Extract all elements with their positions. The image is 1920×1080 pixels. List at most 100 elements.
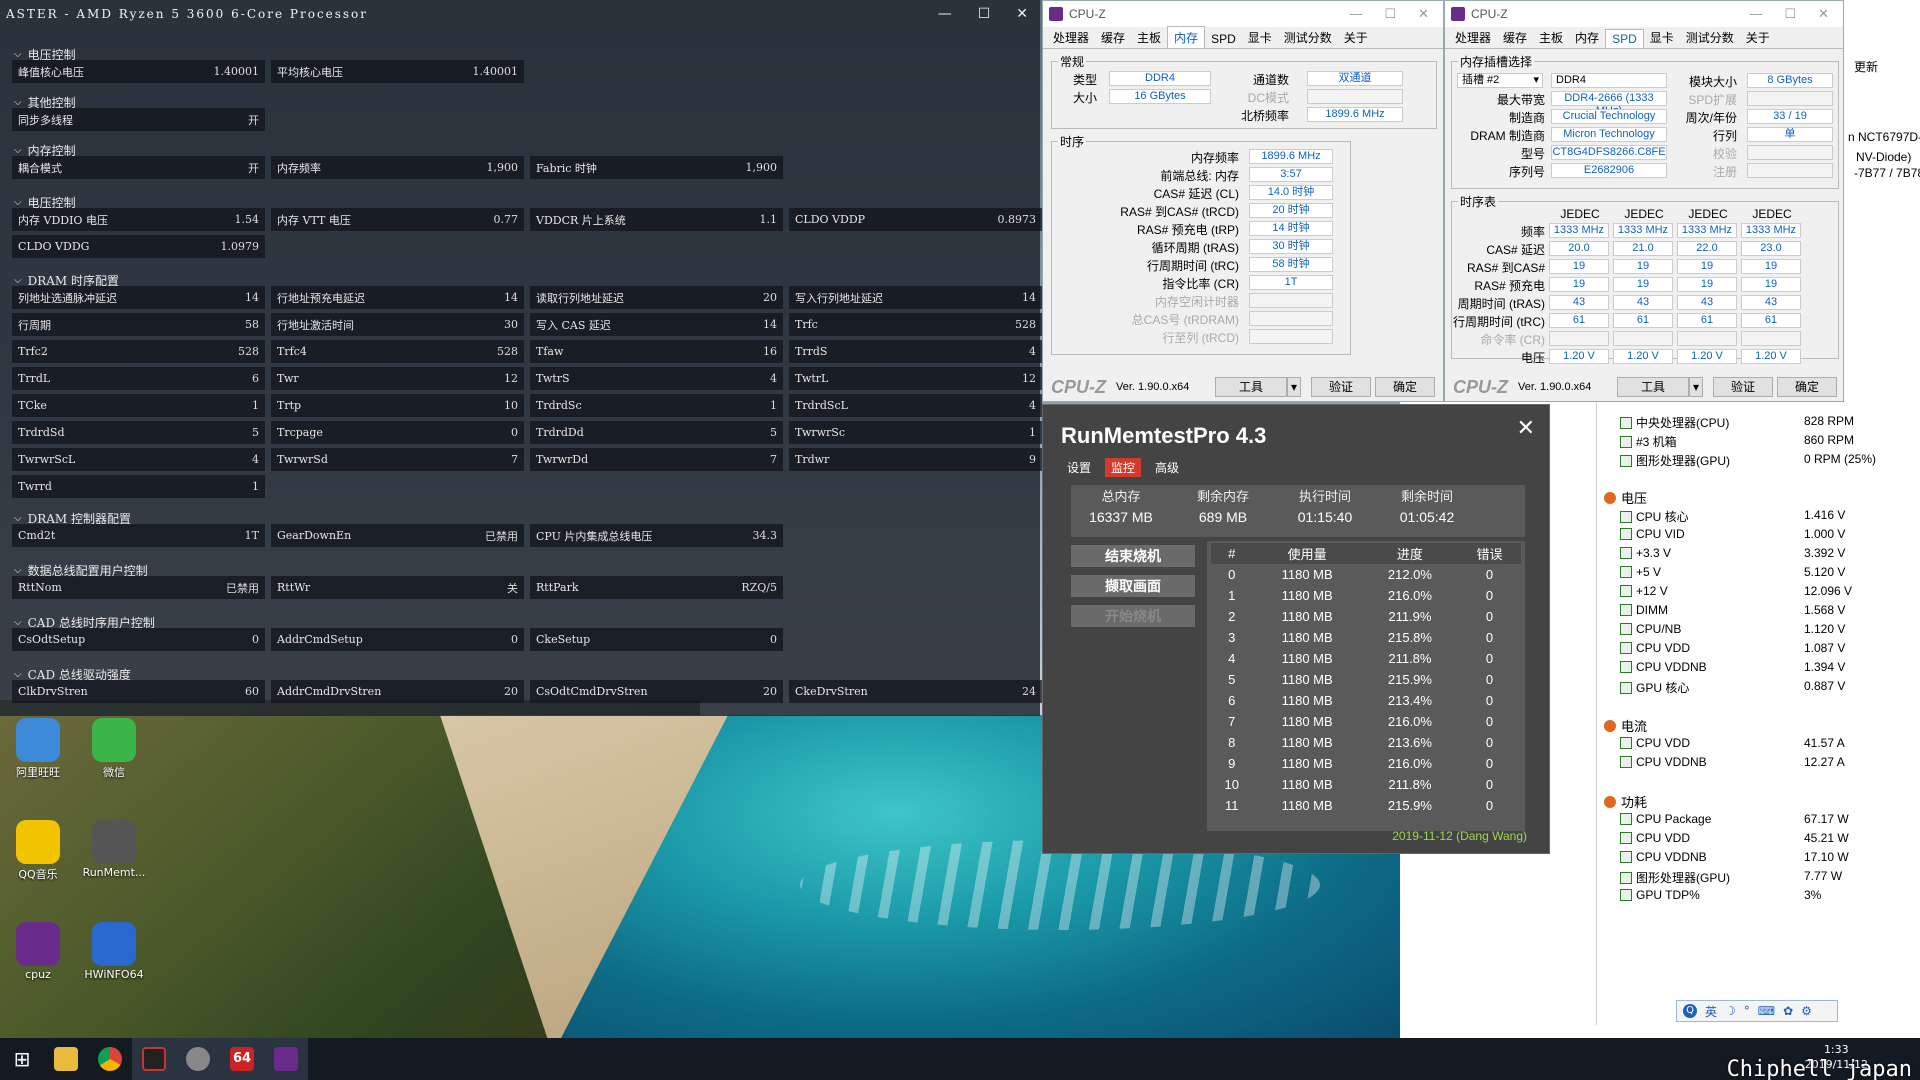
close-icon[interactable]: ✕ xyxy=(1818,6,1829,22)
sensor-value: 1.394 V xyxy=(1804,660,1846,674)
tab-0[interactable]: 处理器 xyxy=(1449,27,1497,48)
param-value: 0 xyxy=(511,426,518,439)
desktop-icon[interactable]: RunMemt... xyxy=(78,820,150,879)
tab-7[interactable]: 关于 xyxy=(1338,27,1374,48)
sensor-row[interactable]: CPU VDD xyxy=(1620,736,1690,750)
sensor-row[interactable]: CPU VID xyxy=(1620,527,1685,541)
tab-5[interactable]: 显卡 xyxy=(1644,27,1680,48)
tab-1[interactable]: 缓存 xyxy=(1497,27,1533,48)
param-value: 1.0979 xyxy=(220,240,260,253)
taskbar-runmemtest[interactable] xyxy=(176,1038,220,1080)
thread-cell: 0 xyxy=(1485,735,1494,750)
tab-3[interactable]: 内存 xyxy=(1569,27,1605,48)
settings-icon[interactable]: ⚙ xyxy=(1801,1004,1812,1018)
tab-0[interactable]: 处理器 xyxy=(1047,27,1095,48)
close-icon[interactable]: ✕ xyxy=(1418,6,1429,22)
sensor-icon xyxy=(1620,623,1632,635)
sensor-group-header[interactable]: 功耗 xyxy=(1604,792,1647,811)
sensor-row[interactable]: CPU VDD xyxy=(1620,641,1690,655)
timing-row-label: RAS# 预充电 xyxy=(1474,279,1545,293)
tab-4[interactable]: SPD xyxy=(1605,29,1644,48)
desktop-icon[interactable]: 微信 xyxy=(78,718,150,780)
param-label: TwrwrScL xyxy=(18,453,76,466)
ok-button[interactable]: 确定 xyxy=(1777,377,1837,397)
tab-2[interactable]: 主板 xyxy=(1131,27,1167,48)
verify-button[interactable]: 验证 xyxy=(1713,377,1773,397)
sensor-row[interactable]: +5 V xyxy=(1620,565,1661,579)
minimize-icon[interactable]: — xyxy=(1749,6,1762,22)
skin-icon[interactable]: ✿ xyxy=(1783,1004,1793,1018)
tab-6[interactable]: 测试分数 xyxy=(1680,27,1740,48)
sensor-row[interactable]: 中央处理器(CPU) xyxy=(1620,414,1729,431)
tab-3[interactable]: 内存 xyxy=(1167,26,1206,48)
tab-1[interactable]: 缓存 xyxy=(1095,27,1131,48)
sensor-group-header[interactable]: 电流 xyxy=(1604,716,1647,735)
sensor-row[interactable]: CPU VDDNB xyxy=(1620,850,1707,864)
timing-label: 内存频率 xyxy=(1190,151,1239,165)
taskbar-cpuz[interactable] xyxy=(264,1038,308,1080)
thread-cell: 1180 MB xyxy=(1281,756,1333,771)
sensor-row[interactable]: CPU Package xyxy=(1620,812,1711,826)
aster-param-cell: TrrdL 6 xyxy=(12,367,265,390)
maximize-icon[interactable]: ☐ xyxy=(1384,6,1396,22)
taskbar-chrome[interactable] xyxy=(88,1038,132,1080)
field-value: 33 / 19 xyxy=(1747,109,1833,124)
taskbar-aster[interactable] xyxy=(132,1038,176,1080)
sensor-row[interactable]: +3.3 V xyxy=(1620,546,1671,560)
tab-7[interactable]: 关于 xyxy=(1740,27,1776,48)
ime-toolbar[interactable]: Q 英 ☽ ° ⌨ ✿ ⚙ xyxy=(1676,1000,1838,1022)
chrome-icon xyxy=(98,1047,122,1071)
desktop-icon[interactable]: cpuz xyxy=(2,922,74,981)
sensor-row[interactable]: GPU TDP% xyxy=(1620,888,1700,902)
taskbar-explorer[interactable] xyxy=(44,1038,88,1080)
sensor-row[interactable]: DIMM xyxy=(1620,603,1668,617)
tab-4[interactable]: SPD xyxy=(1205,30,1242,48)
sensor-row[interactable]: GPU 核心 xyxy=(1620,679,1689,696)
sensor-row[interactable]: CPU 核心 xyxy=(1620,508,1689,525)
tools-button[interactable]: 工具 xyxy=(1215,377,1287,397)
desktop-icon[interactable]: QQ音乐 xyxy=(2,820,74,882)
ime-language-label[interactable]: 英 xyxy=(1705,1003,1717,1020)
close-icon[interactable]: ✕ xyxy=(1016,6,1028,22)
timing-cell: 43 xyxy=(1549,295,1609,310)
stop-burnin-button[interactable]: 结束烧机 xyxy=(1071,545,1195,567)
taskbar-aida64[interactable]: 64 xyxy=(220,1038,264,1080)
start-burnin-button[interactable]: 开始烧机 xyxy=(1071,605,1195,627)
maximize-icon[interactable]: ☐ xyxy=(1784,6,1796,22)
tab-6[interactable]: 测试分数 xyxy=(1278,27,1338,48)
thread-cell: 0 xyxy=(1485,567,1494,582)
group-legend: 内存插槽选择 xyxy=(1460,55,1533,69)
tools-dropdown-icon[interactable]: ▾ xyxy=(1689,377,1703,397)
desktop-icon[interactable]: HWiNFO64 xyxy=(78,922,150,981)
maximize-icon[interactable]: ☐ xyxy=(978,6,991,22)
minimize-icon[interactable]: — xyxy=(1349,6,1362,22)
moon-icon[interactable]: ☽ xyxy=(1725,1004,1736,1018)
tools-button[interactable]: 工具 xyxy=(1617,377,1689,397)
ok-button[interactable]: 确定 xyxy=(1375,377,1435,397)
punctuation-icon[interactable]: ° xyxy=(1744,1004,1750,1018)
close-icon[interactable]: ✕ xyxy=(1517,415,1535,441)
sensor-row[interactable]: CPU VDD xyxy=(1620,831,1690,845)
runmemtest-tab-2[interactable]: 高级 xyxy=(1149,458,1185,477)
sensor-row[interactable]: 图形处理器(GPU) xyxy=(1620,869,1730,886)
runmemtest-tab-0[interactable]: 设置 xyxy=(1061,458,1097,477)
sensor-group-header[interactable]: 电压 xyxy=(1604,488,1647,507)
start-button[interactable]: ⊞ xyxy=(0,1038,44,1080)
sensor-row[interactable]: CPU/NB xyxy=(1620,622,1681,636)
tools-dropdown-icon[interactable]: ▾ xyxy=(1287,377,1301,397)
runmemtest-tab-1[interactable]: 监控 xyxy=(1105,458,1142,477)
sensor-row[interactable]: #3 机箱 xyxy=(1620,433,1677,450)
slot-select[interactable]: 插槽 #2 ▾ xyxy=(1457,73,1543,88)
keyboard-icon[interactable]: ⌨ xyxy=(1758,1004,1775,1018)
sensor-row[interactable]: CPU VDDNB xyxy=(1620,755,1707,769)
sensor-row[interactable]: CPU VDDNB xyxy=(1620,660,1707,674)
desktop-icon[interactable]: 阿里旺旺 xyxy=(2,718,74,780)
sensor-row[interactable]: +12 V xyxy=(1620,584,1668,598)
sensor-row[interactable]: 图形处理器(GPU) xyxy=(1620,452,1730,469)
verify-button[interactable]: 验证 xyxy=(1311,377,1371,397)
tab-2[interactable]: 主板 xyxy=(1533,27,1569,48)
screenshot-button[interactable]: 撷取画面 xyxy=(1071,575,1195,597)
tab-5[interactable]: 显卡 xyxy=(1242,27,1278,48)
minimize-icon[interactable]: — xyxy=(938,6,952,22)
aster-param-cell: Trcpage 0 xyxy=(271,421,524,444)
